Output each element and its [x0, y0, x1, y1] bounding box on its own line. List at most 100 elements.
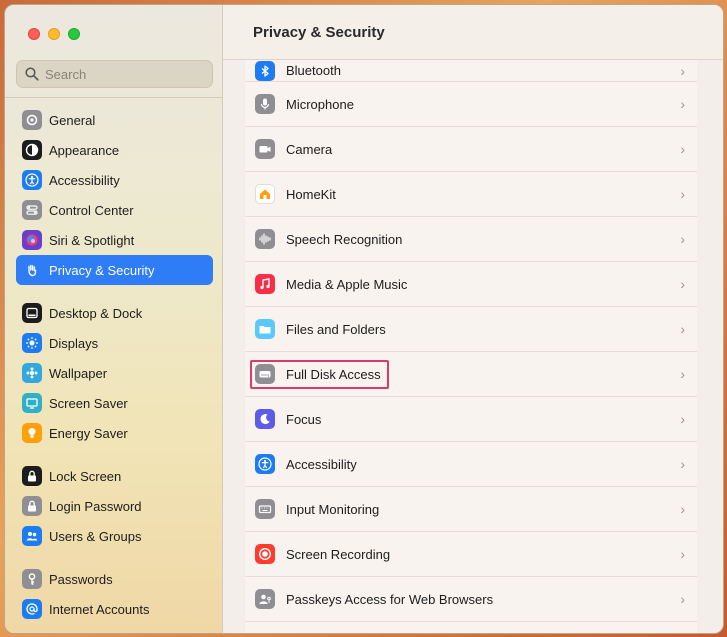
privacy-row-speech-recognition[interactable]: Speech Recognition › [245, 217, 697, 262]
waveform-icon [255, 229, 275, 249]
privacy-row-label: Speech Recognition [286, 231, 403, 247]
highlight-box [250, 360, 389, 389]
window-controls [28, 28, 80, 40]
privacy-row-media-and-apple-music[interactable]: Media & Apple Music › [245, 262, 697, 307]
music-icon [255, 274, 275, 294]
accessibility-icon [255, 454, 275, 474]
chevron-right-icon: › [680, 141, 685, 157]
sidebar-nav: General Appearance Accessibility Control Ce… [16, 105, 213, 633]
titlebar: Privacy & Security [223, 5, 723, 60]
control-center-icon [22, 200, 42, 220]
sidebar-item-label: Control Center [49, 202, 134, 218]
privacy-row-label: Camera [286, 141, 333, 157]
sidebar-item-users-and-groups[interactable]: Users & Groups [16, 521, 213, 551]
close-button[interactable] [28, 28, 40, 40]
sidebar-item-appearance[interactable]: Appearance [16, 135, 213, 165]
privacy-row-homekit[interactable]: HomeKit › [245, 172, 697, 217]
chevron-right-icon: › [680, 186, 685, 202]
search-input[interactable] [45, 66, 195, 82]
sidebar-item-label: Siri & Spotlight [49, 232, 135, 248]
sidebar-item-lock-screen[interactable]: Lock Screen [16, 461, 213, 491]
minimize-button[interactable] [48, 28, 60, 40]
sidebar-item-desktop-and-dock[interactable]: Desktop & Dock [16, 298, 213, 328]
chevron-right-icon: › [680, 321, 685, 337]
sidebar-item-accessibility[interactable]: Accessibility [16, 165, 213, 195]
chevron-right-icon: › [680, 231, 685, 247]
folder-icon [255, 319, 275, 339]
privacy-row-screen-recording[interactable]: Screen Recording › [245, 532, 697, 577]
privacy-row-label: Media & Apple Music [286, 276, 408, 292]
chevron-right-icon: › [680, 591, 685, 607]
sidebar-item-screen-saver[interactable]: Screen Saver [16, 388, 213, 418]
sidebar-item-label: Appearance [49, 142, 120, 158]
sidebar-item-label: Internet Accounts [49, 601, 150, 617]
privacy-row-passkeys-access-for-web-browsers[interactable]: Passkeys Access for Web Browsers › [245, 577, 697, 622]
sidebar-item-label: Privacy & Security [49, 262, 155, 278]
sidebar-group: Desktop & Dock Displays Wallpaper Screen Sa… [16, 298, 213, 448]
sidebar-item-siri-and-spotlight[interactable]: Siri & Spotlight [16, 225, 213, 255]
privacy-row-camera[interactable]: Camera › [245, 127, 697, 172]
home-icon [255, 184, 275, 204]
privacy-row-bluetooth[interactable]: Bluetooth › [245, 60, 697, 82]
search-icon [25, 67, 39, 81]
siri-icon [22, 230, 42, 250]
sidebar-item-label: Users & Groups [49, 528, 142, 544]
chevron-right-icon: › [680, 546, 685, 562]
sidebar-item-control-center[interactable]: Control Center [16, 195, 213, 225]
privacy-list: Bluetooth › Microphone › Camera › HomeKit › Spee… [245, 60, 697, 633]
accessibility-icon [22, 170, 42, 190]
privacy-row-microphone[interactable]: Microphone › [245, 82, 697, 127]
sidebar-item-displays[interactable]: Displays [16, 328, 213, 358]
sidebar-group: General Appearance Accessibility Control Ce… [16, 105, 213, 285]
privacy-row-accessibility[interactable]: Accessibility › [245, 442, 697, 487]
privacy-row-focus[interactable]: Focus › [245, 397, 697, 442]
sidebar-item-label: Energy Saver [49, 425, 128, 441]
passkey-icon [255, 589, 275, 609]
sidebar-item-privacy-and-security[interactable]: Privacy & Security [16, 255, 213, 285]
privacy-row-full-disk-access[interactable]: Full Disk Access › [245, 352, 697, 397]
search-field[interactable] [16, 60, 213, 88]
bulb-icon [22, 423, 42, 443]
privacy-row-label: Bluetooth [286, 63, 341, 78]
sidebar-item-login-password[interactable]: Login Password [16, 491, 213, 521]
sidebar-item-label: Passwords [49, 571, 113, 587]
hand-icon [22, 260, 42, 280]
chevron-right-icon: › [680, 501, 685, 517]
appearance-icon [22, 140, 42, 160]
privacy-row-label: Files and Folders [286, 321, 386, 337]
microphone-icon [255, 94, 275, 114]
privacy-row-label: Focus [286, 411, 322, 427]
dock-icon [22, 303, 42, 323]
chevron-right-icon: › [680, 411, 685, 427]
keyboard-icon [255, 499, 275, 519]
privacy-row-label: Input Monitoring [286, 501, 380, 517]
users-icon [22, 526, 42, 546]
sidebar-item-label: Screen Saver [49, 395, 128, 411]
sidebar-item-wallpaper[interactable]: Wallpaper [16, 358, 213, 388]
chevron-right-icon: › [680, 276, 685, 292]
sidebar-item-label: Accessibility [49, 172, 120, 188]
chevron-right-icon: › [680, 366, 685, 382]
zoom-button[interactable] [68, 28, 80, 40]
sidebar-item-energy-saver[interactable]: Energy Saver [16, 418, 213, 448]
wallpaper-icon [22, 363, 42, 383]
sidebar-group: Passwords Internet Accounts [16, 564, 213, 624]
sidebar-item-label: Lock Screen [49, 468, 122, 484]
privacy-row-label: Accessibility [286, 456, 357, 472]
sidebar-item-general[interactable]: General [16, 105, 213, 135]
lock-icon [22, 496, 42, 516]
privacy-row-files-and-folders[interactable]: Files and Folders › [245, 307, 697, 352]
sidebar-item-passwords[interactable]: Passwords [16, 564, 213, 594]
privacy-row-input-monitoring[interactable]: Input Monitoring › [245, 487, 697, 532]
at-icon [22, 599, 42, 619]
sidebar-item-label: General [49, 112, 96, 128]
settings-window: General Appearance Accessibility Control Ce… [4, 4, 724, 634]
sidebar: General Appearance Accessibility Control Ce… [5, 5, 223, 633]
page-title: Privacy & Security [253, 23, 385, 41]
divider [5, 97, 223, 98]
record-icon [255, 544, 275, 564]
sidebar-item-label: Wallpaper [49, 365, 108, 381]
sidebar-item-label: Desktop & Dock [49, 305, 143, 321]
sidebar-item-internet-accounts[interactable]: Internet Accounts [16, 594, 213, 624]
privacy-row-label: Screen Recording [286, 546, 391, 562]
